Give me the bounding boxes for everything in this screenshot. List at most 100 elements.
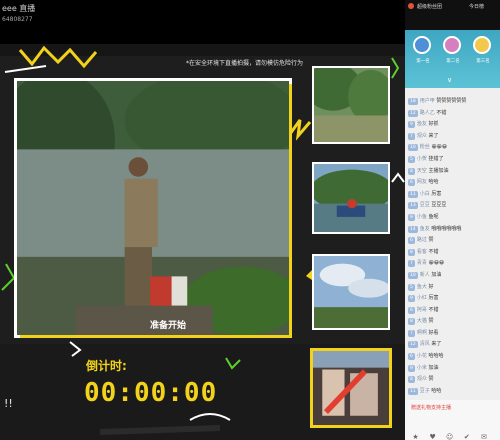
ranking-tab[interactable]: 今日榜 <box>469 3 484 10</box>
chat-message: 13 豆豆 豆豆豆 <box>408 200 497 212</box>
chat-username[interactable]: 阿哥 <box>417 307 427 313</box>
top-bar: eee 直播 64808277 <box>0 0 405 44</box>
countdown-timer: 00:00:00 <box>84 378 218 408</box>
level-badge: 7 <box>408 132 415 140</box>
chat-message-list[interactable]: 18 用户甲 赞赞赞赞赞赞 12 路人乙 不错 9 渔友 好抓 7 观众 来了 10 粉丝 😀😀😀… <box>405 90 500 408</box>
chat-username[interactable]: 天空 <box>417 168 427 174</box>
level-badge: 8 <box>408 167 415 175</box>
stream-stage: *在安全环境下直播拍摄，请勿模仿危险行为 准备开始 倒计时: 00:00:00 … <box>0 44 405 440</box>
room-id: 64808277 <box>2 16 33 23</box>
check-icon[interactable]: ✔ <box>462 433 471 440</box>
top-fan-name: 第二名 <box>446 59 460 64</box>
chat-username[interactable]: 豆豆 <box>420 202 430 208</box>
chat-message: 5 鱼大 好 <box>408 282 497 294</box>
chat-username[interactable]: 鱼友 <box>420 226 430 232</box>
mail-icon[interactable]: ✉ <box>479 433 488 440</box>
chat-message: 8 天空 主播加油 <box>408 166 497 178</box>
chat-message: 9 小米 加油 <box>408 363 497 375</box>
chevron-down-icon[interactable]: ∨ <box>447 76 452 84</box>
level-badge: 6 <box>408 237 415 245</box>
smile-icon[interactable]: ☺ <box>445 433 454 440</box>
chat-text: 主播加油 <box>428 167 449 174</box>
top-fans-bar: 第一名 第二名 第三名 ∨ <box>405 30 500 88</box>
chat-message: 8 大猫 赞 <box>408 316 497 328</box>
chat-username[interactable]: 观众 <box>417 376 427 382</box>
chat-message: 9 小红 厉害 <box>408 293 497 305</box>
chat-username[interactable]: 网友 <box>417 179 427 185</box>
chat-username[interactable]: 新人 <box>420 272 430 278</box>
top-fan-name: 第三名 <box>476 59 490 64</box>
top-fan-2[interactable]: 第二名 <box>439 36 467 72</box>
chat-text: 好 <box>428 283 434 290</box>
level-badge: 6 <box>408 353 415 361</box>
chat-text: 来了 <box>428 132 439 139</box>
chat-footer: 赠送礼物支持主播 ★ ♥ ☺ ✔ ✉ <box>405 400 500 440</box>
chat-text: 赞 <box>428 376 434 383</box>
camera-thumb-4[interactable] <box>310 348 392 428</box>
chat-username[interactable]: 小花 <box>417 353 427 359</box>
camera-thumb-2[interactable] <box>312 162 390 234</box>
chat-text: 厉害 <box>431 190 442 197</box>
decor-exclaim-icon: !! <box>4 397 13 410</box>
chat-username[interactable]: 小米 <box>417 365 427 371</box>
chat-username[interactable]: 观众 <box>417 133 427 139</box>
level-badge: 6 <box>408 306 415 314</box>
top-fan-3[interactable]: 第三名 <box>469 36 497 72</box>
chat-username[interactable]: 小白 <box>420 191 430 197</box>
chat-message: 7 观众 来了 <box>408 131 497 143</box>
level-badge: 10 <box>408 144 418 152</box>
chat-text: 哈哈 <box>431 387 442 394</box>
chat-text: 好看 <box>428 329 439 336</box>
chat-username[interactable]: 用户甲 <box>420 98 435 104</box>
fan-club-tab[interactable]: 超级粉丝团 <box>417 3 442 10</box>
chat-text: 加油 <box>428 364 439 371</box>
camera-thumb-1[interactable] <box>312 66 390 144</box>
level-badge: 9 <box>408 364 415 372</box>
chat-text: 哈哈 <box>428 179 439 186</box>
chat-username[interactable]: 粉丝 <box>420 144 430 150</box>
chat-message: 7 啊啊 好看 <box>408 328 497 340</box>
chat-text: 哦哦哦哦哦哦 <box>431 225 462 232</box>
chat-message: 6 阿哥 不错 <box>408 305 497 317</box>
chat-text: 赞 <box>428 318 434 325</box>
level-badge: 8 <box>408 248 415 256</box>
chat-username[interactable]: 小贺 <box>417 156 427 162</box>
chat-message: 11 豆子 哈哈 <box>408 386 497 398</box>
chat-username[interactable]: 路人乙 <box>420 110 435 116</box>
chat-username[interactable]: 小红 <box>417 295 427 301</box>
level-badge: 14 <box>408 225 418 233</box>
chat-username[interactable]: 路过 <box>417 237 427 243</box>
chat-username[interactable]: 小鱼 <box>417 214 427 220</box>
avatar <box>413 36 431 54</box>
chat-text: 好抓 <box>428 121 439 128</box>
chat-message: 7 青青 😀😀😀 <box>408 258 497 270</box>
level-badge: 7 <box>408 329 415 337</box>
chat-username[interactable]: 清风 <box>420 341 430 347</box>
heart-icon[interactable]: ♥ <box>428 433 437 440</box>
chat-header: 超级粉丝团 今日榜 <box>405 0 500 30</box>
chat-username[interactable]: 豆子 <box>420 388 430 394</box>
live-dot-icon <box>408 3 414 9</box>
level-badge: 5 <box>408 155 415 163</box>
level-badge: 9 <box>408 121 415 129</box>
chat-message: 10 粉丝 😀😀😀 <box>408 142 497 154</box>
camera-thumb-3[interactable] <box>312 254 390 330</box>
chat-username[interactable]: 啊啊 <box>417 330 427 336</box>
chat-username[interactable]: 渔友 <box>417 121 427 127</box>
level-badge: 9 <box>408 295 415 303</box>
top-fan-name: 第一名 <box>416 59 430 64</box>
main-video[interactable] <box>14 78 292 338</box>
level-badge: 11 <box>408 190 418 198</box>
top-fan-1[interactable]: 第一名 <box>409 36 437 72</box>
chat-username[interactable]: 看客 <box>417 249 427 255</box>
chat-username[interactable]: 鱼大 <box>417 284 427 290</box>
level-badge: 9 <box>408 213 415 221</box>
star-icon[interactable]: ★ <box>411 433 420 440</box>
chat-message: 6 网友 哈哈 <box>408 177 497 189</box>
chat-username[interactable]: 青青 <box>417 260 427 266</box>
chat-username[interactable]: 大猫 <box>417 318 427 324</box>
level-badge: 18 <box>408 98 418 105</box>
chat-text: 不错 <box>436 109 447 116</box>
gift-toolbar: ★ ♥ ☺ ✔ ✉ <box>411 424 495 440</box>
level-badge: 13 <box>408 202 418 210</box>
